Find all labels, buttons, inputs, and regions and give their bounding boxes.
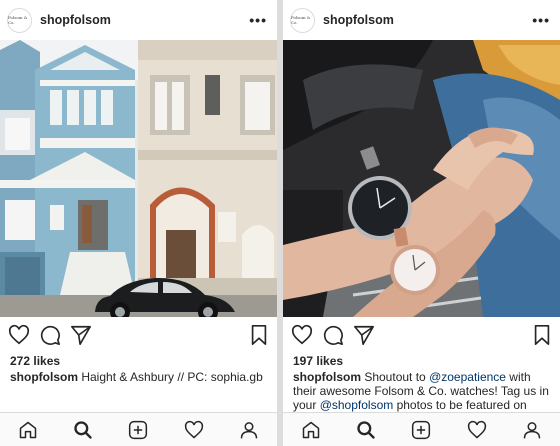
nav-home[interactable] xyxy=(16,418,40,442)
post-panel-left: Folsom & Co. shopfolsom ••• 272 likes sh… xyxy=(0,0,277,446)
home-icon xyxy=(302,421,319,438)
likes-count[interactable]: 272 likes xyxy=(0,352,277,370)
more-options-icon[interactable]: ••• xyxy=(249,13,267,27)
post-caption: shopfolsom Shoutout to @zoepatience with… xyxy=(283,370,560,412)
avatar-logo-text: Folsom & Co. xyxy=(291,15,311,25)
post-photo[interactable] xyxy=(283,40,560,317)
profile-icon xyxy=(241,421,258,438)
search-icon xyxy=(357,420,375,439)
post-actions xyxy=(0,317,277,352)
bookmark-icon[interactable] xyxy=(532,324,552,346)
caption-mention[interactable]: @zoepatience xyxy=(429,370,506,384)
watches-photo xyxy=(283,40,560,317)
heart-icon[interactable] xyxy=(291,324,313,346)
nav-profile[interactable] xyxy=(520,418,544,442)
avatar[interactable]: Folsom & Co. xyxy=(7,7,32,33)
nav-add-post[interactable] xyxy=(409,418,433,442)
profile-icon xyxy=(524,421,541,438)
post-caption: shopfolsom Haight & Ashbury // PC: sophi… xyxy=(0,370,277,412)
bookmark-icon[interactable] xyxy=(249,324,269,346)
comment-icon[interactable] xyxy=(322,324,344,346)
home-icon xyxy=(19,421,36,438)
share-icon[interactable] xyxy=(70,324,92,346)
post-header: Folsom & Co. shopfolsom ••• xyxy=(283,0,560,40)
add-post-icon xyxy=(129,420,148,439)
caption-text: photos to be featured on xyxy=(393,398,527,412)
nav-add-post[interactable] xyxy=(126,418,150,442)
more-options-icon[interactable]: ••• xyxy=(532,13,550,27)
share-icon[interactable] xyxy=(353,324,375,346)
nav-search[interactable] xyxy=(354,418,378,442)
post-header: Folsom & Co. shopfolsom ••• xyxy=(0,0,277,40)
heart-icon[interactable] xyxy=(8,324,30,346)
post-username[interactable]: shopfolsom xyxy=(323,13,532,27)
bottom-nav xyxy=(283,412,560,446)
avatar-logo-text: Folsom & Co. xyxy=(8,15,28,25)
caption-username[interactable]: shopfolsom xyxy=(293,370,361,384)
caption-username[interactable]: shopfolsom xyxy=(10,370,78,384)
nav-search[interactable] xyxy=(71,418,95,442)
avatar[interactable]: Folsom & Co. xyxy=(290,7,315,33)
bottom-nav xyxy=(0,412,277,446)
post-panel-right: Folsom & Co. shopfolsom ••• 197 likes sh… xyxy=(283,0,560,446)
nav-activity[interactable] xyxy=(182,418,206,442)
nav-activity[interactable] xyxy=(465,418,489,442)
likes-count[interactable]: 197 likes xyxy=(283,352,560,370)
activity-heart-icon xyxy=(467,420,486,438)
search-icon xyxy=(74,420,92,439)
nav-profile[interactable] xyxy=(237,418,261,442)
victorian-houses-photo xyxy=(0,40,277,317)
post-username[interactable]: shopfolsom xyxy=(40,13,249,27)
post-actions xyxy=(283,317,560,352)
caption-text: Haight & Ashbury // PC: sophia.gb xyxy=(78,370,263,384)
activity-heart-icon xyxy=(184,420,203,438)
caption-mention[interactable]: @shopfolsom xyxy=(320,398,394,412)
post-photo[interactable] xyxy=(0,40,277,317)
add-post-icon xyxy=(412,420,431,439)
comment-icon[interactable] xyxy=(39,324,61,346)
caption-text: Shoutout to xyxy=(361,370,430,384)
nav-home[interactable] xyxy=(299,418,323,442)
